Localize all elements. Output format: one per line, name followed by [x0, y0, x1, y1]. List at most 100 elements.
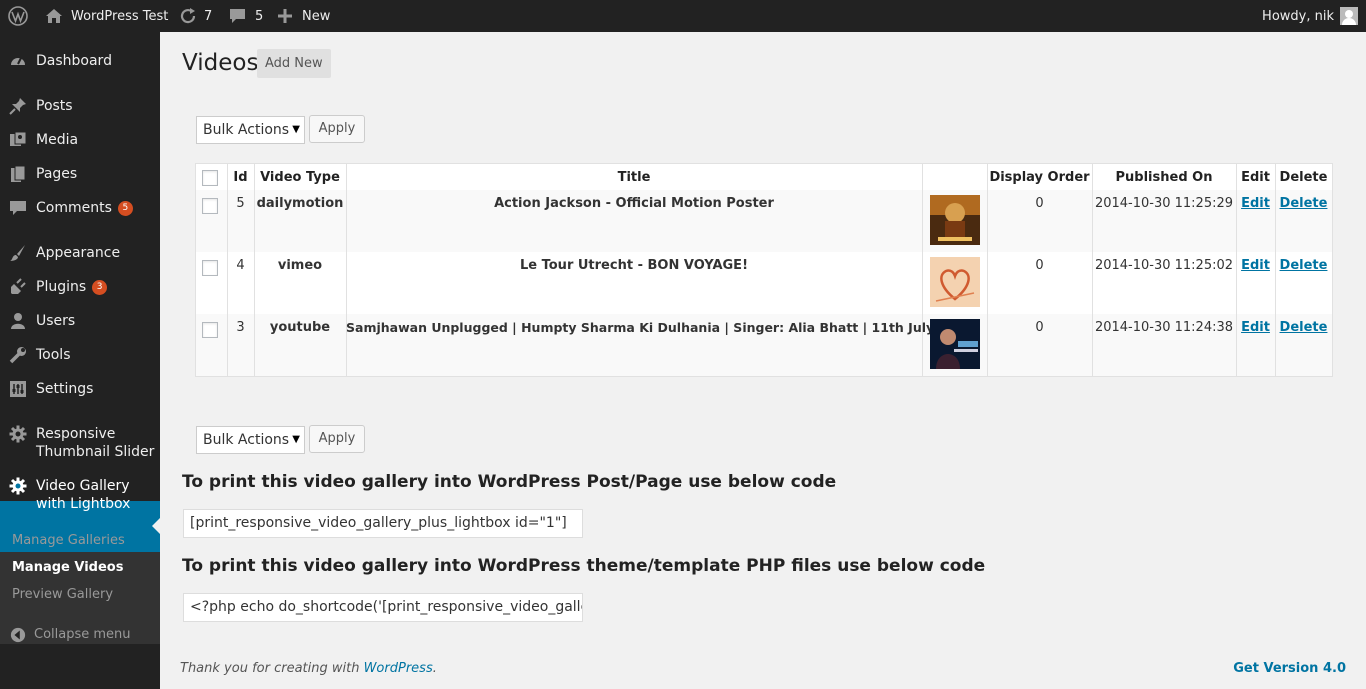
plugins-badge: 3	[92, 279, 108, 295]
sidebar-item-appearance[interactable]: Appearance	[0, 244, 160, 262]
apply-button-top[interactable]: Apply	[309, 115, 365, 143]
footer-thanks: Thank you for creating with WordPress.	[180, 661, 437, 676]
user-icon	[11, 313, 25, 329]
collapse-icon	[10, 627, 26, 643]
sidebar-item-users[interactable]: Users	[0, 312, 160, 330]
sidebar-item-label: Users	[36, 313, 76, 329]
sidebar-item-posts[interactable]: Posts	[0, 97, 160, 115]
row-id: 5	[236, 196, 245, 211]
pages-icon	[11, 165, 26, 182]
row-title: Samjhawan Unplugged | Humpty Sharma Ki D…	[346, 320, 935, 335]
bulk-actions-select-bottom[interactable]: Bulk Actions ▼	[196, 426, 305, 454]
page-title: Videos	[182, 50, 259, 76]
row-video-type: vimeo	[277, 258, 323, 273]
comments-badge: 5	[117, 200, 133, 216]
updates-link[interactable]: 7	[179, 0, 212, 32]
media-icon	[10, 131, 27, 146]
edit-link[interactable]: Edit	[1236, 320, 1275, 335]
submenu-manage-videos[interactable]: Manage Videos	[12, 560, 123, 575]
bulk-actions-select-top[interactable]: Bulk Actions ▼	[196, 116, 305, 144]
sidebar-item-plugins[interactable]: Plugins 3	[0, 278, 160, 296]
site-name-link[interactable]: WordPress Test	[45, 0, 168, 32]
plus-icon	[278, 9, 292, 23]
collapse-menu-button[interactable]: Collapse menu	[0, 626, 160, 644]
delete-link[interactable]: Delete	[1275, 196, 1332, 211]
sidebar-item-label: Dashboard	[36, 53, 112, 69]
sidebar-item-label: Media	[36, 132, 79, 148]
row-checkbox[interactable]	[202, 198, 218, 214]
videos-table: Id Video Type Title Display Order Publis…	[195, 163, 1333, 377]
sidebar-item-pages[interactable]: Pages	[0, 165, 160, 183]
sidebar-item-responsive-thumbnail-slider[interactable]: Responsive Thumbnail Slider	[0, 425, 160, 461]
avatar[interactable]	[1340, 0, 1358, 32]
site-name: WordPress Test	[71, 8, 169, 24]
delete-link[interactable]: Delete	[1275, 320, 1332, 335]
sidebar-item-video-gallery[interactable]: Video Gallery with Lightbox	[0, 477, 160, 513]
comments-label: Comments	[36, 200, 112, 216]
get-version-link[interactable]: Get Version 4.0	[1233, 661, 1346, 676]
submenu-preview-gallery[interactable]: Preview Gallery	[12, 587, 113, 602]
sidebar-item-label: Pages	[36, 166, 78, 182]
comment-icon	[10, 201, 26, 215]
sidebar-item-label: Posts	[36, 98, 73, 114]
sidebar-item-label: Responsive Thumbnail Slider	[36, 426, 155, 460]
comment-icon	[230, 9, 245, 23]
post-shortcode-field[interactable]: [print_responsive_video_gallery_plus_lig…	[183, 509, 583, 538]
new-label: New	[302, 8, 331, 24]
column-header-video-type[interactable]: Video Type	[254, 170, 346, 185]
column-header-display-order[interactable]: Display Order	[987, 170, 1092, 185]
row-published-on: 2014-10-30 11:25:02	[1094, 258, 1234, 273]
apply-button-bottom[interactable]: Apply	[309, 425, 365, 453]
plugins-label: Plugins	[36, 279, 87, 295]
delete-link[interactable]: Delete	[1275, 258, 1332, 273]
brush-icon	[10, 245, 25, 261]
gear-icon	[9, 425, 27, 443]
add-new-button[interactable]: Add New	[257, 49, 331, 78]
collapse-label: Collapse menu	[34, 627, 131, 642]
submenu-manage-galleries[interactable]: Manage Galleries	[12, 533, 125, 548]
column-header-published-on[interactable]: Published On	[1092, 170, 1236, 185]
row-checkbox[interactable]	[202, 260, 218, 276]
wordpress-logo-icon[interactable]	[8, 0, 28, 32]
row-published-on: 2014-10-30 11:25:29	[1094, 196, 1234, 211]
row-id: 4	[236, 258, 245, 273]
video-thumbnail	[930, 319, 980, 369]
sidebar-item-dashboard[interactable]: Dashboard	[0, 52, 160, 70]
comments-count: 5	[255, 8, 264, 24]
dashboard-icon	[11, 57, 25, 65]
row-video-type: dailymotion	[256, 196, 344, 211]
column-header-title[interactable]: Title	[346, 170, 922, 185]
edit-link[interactable]: Edit	[1236, 196, 1275, 211]
admin-bar: WordPress Test 7 5 New Howdy, nik	[0, 0, 1366, 32]
comments-link[interactable]: 5	[229, 0, 263, 32]
row-title: Le Tour Utrecht - BON VOYAGE!	[519, 258, 748, 273]
sidebar-item-tools[interactable]: Tools	[0, 346, 160, 364]
row-id: 3	[236, 320, 245, 335]
row-title: Action Jackson - Official Motion Poster	[494, 196, 774, 211]
sidebar-item-media[interactable]: Media	[0, 131, 160, 149]
column-header-id[interactable]: Id	[227, 170, 254, 185]
sidebar-item-comments[interactable]: Comments 5	[0, 199, 160, 217]
admin-sidebar: Dashboard Posts Media Pages Comments 5 Ap…	[0, 32, 160, 689]
column-divider	[922, 164, 923, 376]
updates-count: 7	[204, 8, 213, 24]
sidebar-item-settings[interactable]: Settings	[0, 380, 160, 398]
row-display-order: 0	[1035, 196, 1044, 211]
settings-icon	[10, 381, 26, 397]
row-checkbox[interactable]	[202, 322, 218, 338]
select-all-checkbox[interactable]	[202, 170, 218, 186]
new-content-link[interactable]: New	[278, 0, 330, 32]
my-account-link[interactable]: Howdy, nik	[1262, 0, 1334, 32]
bulk-actions-value: Bulk Actions	[203, 432, 290, 448]
php-shortcode-field[interactable]: <?php echo do_shortcode('[print_responsi…	[183, 593, 583, 622]
wrench-icon	[9, 347, 26, 364]
bulk-actions-value: Bulk Actions	[203, 122, 290, 138]
sidebar-item-label: Settings	[36, 381, 94, 397]
footer-thanks-suffix: .	[432, 661, 437, 676]
footer-thanks-text: Thank you for creating with	[180, 661, 364, 676]
sidebar-item-label: Video Gallery with Lightbox	[36, 478, 131, 512]
gear-icon	[9, 477, 27, 495]
edit-link[interactable]: Edit	[1236, 258, 1275, 273]
home-icon	[46, 9, 62, 23]
wordpress-link[interactable]: WordPress	[364, 661, 433, 676]
